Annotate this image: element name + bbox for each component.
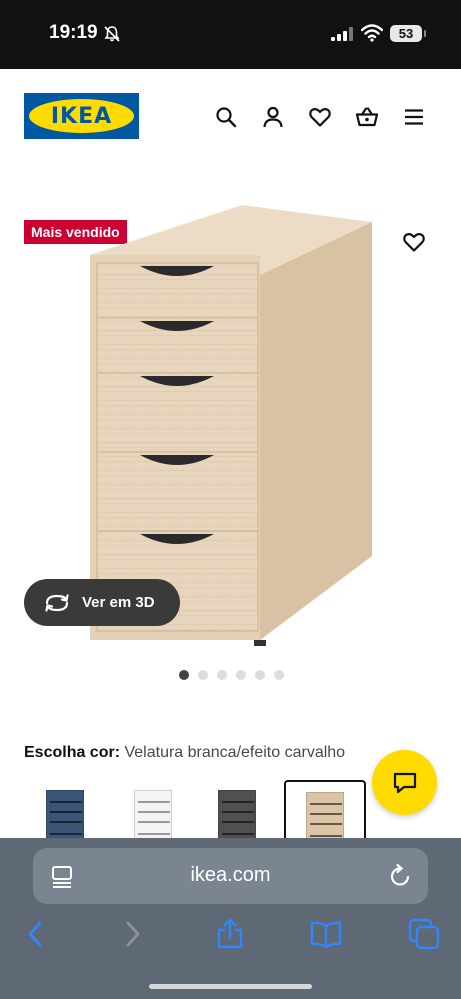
reload-icon[interactable] <box>388 863 412 889</box>
site-header: IKEA <box>0 69 461 149</box>
gallery-dot[interactable] <box>217 670 227 680</box>
cellular-signal-icon <box>331 27 353 41</box>
clock: 19:19 <box>49 22 98 43</box>
color-swatch[interactable] <box>284 780 366 840</box>
color-selection-label: Escolha cor: Velatura branca/efeito carv… <box>24 744 345 762</box>
home-indicator <box>149 984 312 989</box>
selected-color-value: Velatura branca/efeito carvalho <box>124 744 346 761</box>
swatch-thumbnail <box>134 790 172 840</box>
rotate-3d-icon <box>45 593 69 612</box>
choose-color-heading: Escolha cor: <box>24 744 121 761</box>
view-in-3d-label: Ver em 3D <box>82 594 155 611</box>
color-swatch[interactable] <box>24 780 106 840</box>
gallery-dot[interactable] <box>198 670 208 680</box>
logo-text: IKEA <box>50 103 113 129</box>
bookmarks-icon[interactable] <box>310 918 342 950</box>
chat-bubble-icon <box>393 772 416 793</box>
color-swatch[interactable] <box>196 780 278 840</box>
color-swatch[interactable] <box>112 780 194 840</box>
chat-button[interactable] <box>372 750 437 815</box>
back-icon[interactable] <box>20 918 52 950</box>
gallery-dot[interactable] <box>179 670 189 680</box>
add-to-favourites-icon[interactable] <box>402 230 426 254</box>
search-icon[interactable] <box>214 105 238 129</box>
gallery-pagination <box>179 670 284 680</box>
battery-indicator: 53 <box>390 25 426 42</box>
swatch-thumbnail <box>46 790 84 840</box>
gallery-dot[interactable] <box>236 670 246 680</box>
address-bar[interactable]: ikea.com <box>33 848 428 904</box>
favourites-icon[interactable] <box>308 105 332 129</box>
status-bar: 19:19 53 <box>0 0 461 69</box>
forward-icon[interactable] <box>116 918 148 950</box>
ikea-logo[interactable]: IKEA <box>24 93 139 139</box>
menu-icon[interactable] <box>402 105 426 129</box>
wifi-icon <box>361 24 383 42</box>
cart-icon[interactable] <box>355 105 379 129</box>
view-in-3d-button[interactable]: Ver em 3D <box>24 579 180 626</box>
browser-toolbar: ikea.com <box>0 838 461 999</box>
swatch-thumbnail <box>306 792 344 840</box>
tabs-icon[interactable] <box>408 918 440 950</box>
color-swatch-list <box>24 780 384 840</box>
account-icon[interactable] <box>261 105 285 129</box>
gallery-dot[interactable] <box>255 670 265 680</box>
silent-bell-icon <box>104 26 120 42</box>
swatch-thumbnail <box>218 790 256 840</box>
gallery-dot[interactable] <box>274 670 284 680</box>
url-text: ikea.com <box>190 864 271 886</box>
share-icon[interactable] <box>214 918 246 950</box>
